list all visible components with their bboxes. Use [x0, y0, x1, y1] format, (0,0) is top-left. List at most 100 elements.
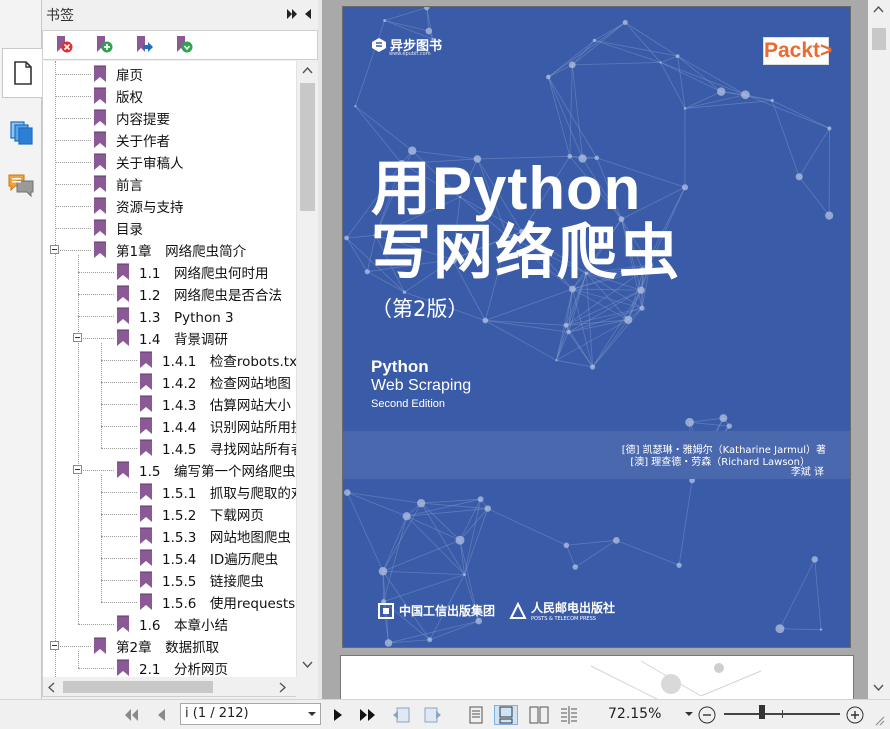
- tree-connector: [101, 492, 137, 493]
- bookmark-item[interactable]: 1.5.4 ID遍历爬虫: [139, 547, 278, 569]
- next-view-button[interactable]: [422, 705, 444, 725]
- comments-button[interactable]: [2, 160, 40, 210]
- document-vertical-scrollbar[interactable]: [868, 0, 890, 699]
- zoom-dropdown-icon[interactable]: [685, 712, 693, 716]
- last-page-button[interactable]: [358, 705, 378, 725]
- zoom-out-button[interactable]: [697, 705, 717, 725]
- page-thumbnail-button[interactable]: [2, 48, 43, 98]
- bookmark-label: 第2章 数据抓取: [116, 640, 220, 656]
- bookmark-item[interactable]: 第2章 数据抓取: [93, 635, 219, 657]
- tree-connector: [78, 316, 114, 317]
- scroll-right-icon[interactable]: [279, 682, 286, 693]
- tree-connector: [78, 338, 114, 339]
- prev-view-button[interactable]: [390, 705, 412, 725]
- doc-scroll-down-icon[interactable]: [873, 684, 884, 691]
- bookmark-icon: [94, 637, 106, 654]
- panel-expand-icon[interactable]: [286, 8, 298, 20]
- next-page-button[interactable]: [329, 705, 347, 725]
- bookmark-item[interactable]: 1.4.5 寻找网站所有者: [139, 437, 296, 459]
- collapse-toggle-icon[interactable]: [50, 245, 59, 254]
- tree-connector: [101, 580, 137, 581]
- collapse-toggle-icon[interactable]: [73, 465, 82, 474]
- bookmark-item[interactable]: 关于作者: [93, 129, 170, 151]
- continuous-view-button[interactable]: [494, 705, 518, 725]
- bookmark-icon: [140, 593, 152, 610]
- bookmark-horizontal-thumb[interactable]: [63, 681, 213, 693]
- bookmark-item[interactable]: 内容提要: [93, 107, 170, 129]
- bookmark-item[interactable]: 1.6 本章小结: [116, 613, 228, 635]
- bookmark-icon: [94, 65, 106, 82]
- bookmark-item[interactable]: 1.5 编写第一个网络爬虫: [116, 459, 295, 481]
- facing-view-button[interactable]: [528, 705, 550, 725]
- publisher-logos: 中国工信出版集团 人民邮电出版社 POSTS & TELECOM PRESS: [377, 599, 615, 622]
- bookmark-item[interactable]: 第1章 网络爬虫简介: [93, 239, 246, 261]
- doc-scroll-up-icon[interactable]: [873, 6, 884, 13]
- next-page-icon: [334, 709, 342, 721]
- bookmark-down-button[interactable]: [173, 34, 195, 56]
- bookmark-item[interactable]: 1.4.4 识别网站所用技术: [139, 415, 296, 437]
- chevron-down-icon[interactable]: [308, 712, 316, 716]
- single-page-view-button[interactable]: [466, 705, 486, 725]
- bookmark-vertical-thumb[interactable]: [300, 83, 315, 211]
- continuous-facing-view-button[interactable]: [558, 705, 580, 725]
- bookmark-item[interactable]: 关于审稿人: [93, 151, 184, 173]
- add-bookmark-button[interactable]: [93, 34, 115, 56]
- resize-grip-icon[interactable]: [873, 714, 885, 726]
- collapse-toggle-icon[interactable]: [50, 641, 59, 650]
- bookmark-label: 关于作者: [116, 134, 170, 150]
- last-page-icon: [360, 709, 375, 721]
- scroll-up-icon[interactable]: [302, 67, 313, 74]
- delete-bookmark-button[interactable]: [53, 34, 75, 56]
- bookmark-item[interactable]: 1.4 背景调研: [116, 327, 228, 349]
- bookmark-item[interactable]: 1.3 Python 3: [116, 305, 234, 327]
- bookmark-item[interactable]: 1.4.3 估算网站大小: [139, 393, 291, 415]
- bookmark-icon: [140, 439, 152, 456]
- zoom-value[interactable]: 72.15%: [608, 706, 661, 722]
- scroll-left-icon[interactable]: [48, 682, 55, 693]
- bookmark-item[interactable]: 扉页: [93, 63, 143, 85]
- scroll-down-icon[interactable]: [302, 661, 313, 668]
- bookmark-item[interactable]: 1.5.6 使用requests 库: [139, 591, 296, 613]
- prev-view-icon: [393, 707, 410, 723]
- next-view-icon: [424, 707, 441, 723]
- bookmark-label: 1.5.5 链接爬虫: [162, 574, 264, 590]
- bookmark-item[interactable]: 1.5.1 抓取与爬取的对比: [139, 481, 296, 503]
- doc-scroll-thumb[interactable]: [872, 28, 886, 50]
- page-number-combo[interactable]: i (1 / 212): [180, 703, 321, 725]
- tree-connector: [55, 96, 91, 97]
- bookmark-icon: [94, 109, 106, 126]
- bookmark-item[interactable]: 资源与支持: [93, 195, 184, 217]
- collapse-toggle-icon[interactable]: [73, 333, 82, 342]
- bookmark-item[interactable]: 1.5.5 链接爬虫: [139, 569, 264, 591]
- zoom-in-icon: [846, 706, 864, 724]
- first-page-button[interactable]: [122, 705, 140, 725]
- panel-title: 书签: [46, 8, 74, 24]
- bookmark-horizontal-scrollbar[interactable]: [42, 677, 296, 697]
- bookmark-icon: [94, 241, 106, 258]
- tree-connector: [55, 184, 91, 185]
- zoom-slider-thumb[interactable]: [759, 705, 765, 719]
- bookmark-item[interactable]: 2.1 分析网页: [116, 657, 228, 677]
- bookmark-item[interactable]: 1.2 网络爬虫是否合法: [116, 283, 282, 305]
- bookmark-item[interactable]: 1.4.2 检查网站地图: [139, 371, 291, 393]
- bookmark-label: 第1章 网络爬虫简介: [116, 244, 247, 260]
- bookmark-vertical-scrollbar[interactable]: [296, 61, 317, 677]
- bookmark-label: 前言: [116, 178, 143, 194]
- layers-button[interactable]: [2, 108, 40, 158]
- bookmark-item[interactable]: 目录: [93, 217, 143, 239]
- bookmark-item[interactable]: 1.4.1 检查robots.txt: [139, 349, 296, 371]
- bookmark-item[interactable]: 1.5.2 下载网页: [139, 503, 264, 525]
- tree-connector: [55, 118, 91, 119]
- expand-bookmark-button[interactable]: [133, 34, 155, 56]
- bookmark-item[interactable]: 1.1 网络爬虫何时用: [116, 261, 268, 283]
- tree-connector: [55, 206, 91, 207]
- bookmark-item[interactable]: 前言: [93, 173, 143, 195]
- tree-connector: [55, 74, 91, 75]
- panel-collapse-icon[interactable]: [304, 8, 312, 20]
- document-view[interactable]: 异步图书 www.epubit.com Packt> 用Python 写网络爬虫…: [322, 0, 868, 699]
- zoom-in-button[interactable]: [845, 705, 865, 725]
- bookmark-icon: [94, 219, 106, 236]
- bookmark-item[interactable]: 版权: [93, 85, 143, 107]
- prev-page-button[interactable]: [152, 705, 170, 725]
- bookmark-item[interactable]: 1.5.3 网站地图爬虫: [139, 525, 291, 547]
